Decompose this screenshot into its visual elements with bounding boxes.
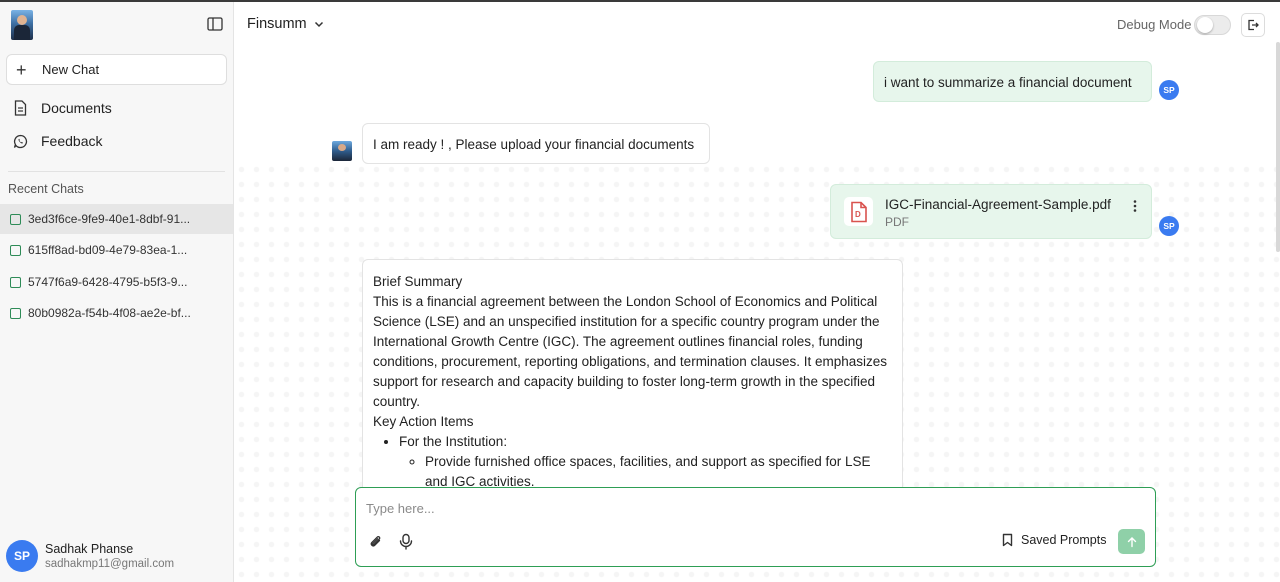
summary-paragraph: This is a financial agreement between th… (373, 294, 888, 409)
user-profile[interactable]: SP Sadhak Phanse sadhakmp11@gmail.com (6, 540, 174, 572)
chat-main: Finsumm Debug Mode i want to summarize a… (234, 2, 1280, 582)
chat-icon (10, 276, 21, 288)
recent-chat-label: 5747f6a9-6428-4795-b5f3-9... (28, 275, 188, 289)
saved-prompts-button[interactable]: Saved Prompts (1002, 533, 1106, 547)
file-type: PDF (885, 215, 909, 229)
avatar: SP (6, 540, 38, 572)
message-composer: Saved Prompts (355, 487, 1156, 567)
svg-text:D: D (855, 210, 861, 219)
file-attachment[interactable]: D IGC-Financial-Agreement-Sample.pdf PDF (830, 184, 1152, 239)
recent-chat-item[interactable]: 5747f6a9-6428-4795-b5f3-9... (0, 267, 233, 297)
sidebar-item-documents[interactable]: Documents (13, 97, 112, 119)
recent-chat-label: 80b0982a-f54b-4f08-ae2e-bf... (28, 306, 191, 320)
feedback-icon (13, 134, 28, 148)
user-email: sadhakmp11@gmail.com (45, 558, 175, 570)
action-items-heading: Key Action Items (373, 414, 474, 429)
new-chat-button[interactable]: + New Chat (6, 54, 227, 85)
action-group: For the Institution: Provide furnished o… (399, 432, 892, 492)
user-avatar: SP (1159, 80, 1179, 100)
microphone-icon[interactable] (398, 533, 414, 551)
model-selector[interactable]: Finsumm (247, 16, 324, 32)
user-avatar: SP (1159, 216, 1179, 236)
bot-avatar (332, 141, 352, 161)
send-button[interactable] (1118, 529, 1145, 554)
recent-chat-item[interactable]: 615ff8ad-bd09-4e79-83ea-1... (0, 235, 233, 265)
recent-chats-heading: Recent Chats (8, 182, 84, 196)
message-input[interactable] (366, 498, 1136, 518)
sidebar-toggle-icon[interactable] (207, 17, 223, 31)
sidebar-item-feedback[interactable]: Feedback (13, 130, 102, 152)
summary-message: Brief Summary This is a financial agreem… (362, 259, 903, 499)
chat-icon (10, 213, 21, 225)
recent-chat-item[interactable]: 3ed3f6ce-9fe9-40e1-8dbf-91... (0, 204, 233, 234)
model-name: Finsumm (247, 16, 307, 32)
new-chat-label: New Chat (42, 62, 100, 77)
user-name: Sadhak Phanse (45, 542, 134, 556)
app-logo (11, 10, 33, 40)
recent-chat-label: 3ed3f6ce-9fe9-40e1-8dbf-91... (28, 212, 191, 226)
chevron-down-icon (314, 21, 323, 27)
chat-icon (10, 244, 21, 256)
paperclip-icon[interactable] (368, 534, 384, 550)
pdf-file-icon: D (844, 197, 873, 226)
message-text: I am ready ! , Please upload your financ… (373, 137, 695, 152)
sidebar: + New Chat Documents Feedback Recent Cha… (0, 2, 234, 582)
action-item: Provide furnished office spaces, facilit… (425, 452, 892, 492)
saved-prompts-label: Saved Prompts (1021, 533, 1107, 547)
debug-mode-label: Debug Mode (1117, 17, 1192, 32)
sidebar-item-label: Feedback (41, 133, 103, 149)
debug-mode-toggle[interactable] (1194, 15, 1231, 35)
logout-button[interactable] (1241, 13, 1265, 37)
bot-message: I am ready ! , Please upload your financ… (362, 123, 710, 164)
recent-chat-label: 615ff8ad-bd09-4e79-83ea-1... (28, 243, 188, 257)
document-icon (14, 100, 27, 116)
sidebar-item-label: Documents (41, 100, 112, 116)
more-options-icon[interactable] (1131, 199, 1139, 213)
action-list: For the Institution: Provide furnished o… (373, 432, 892, 492)
logout-icon (1248, 19, 1259, 31)
recent-chat-item[interactable]: 80b0982a-f54b-4f08-ae2e-bf... (0, 298, 233, 328)
message-text: i want to summarize a financial document (884, 75, 1132, 90)
divider (8, 171, 225, 172)
action-group-suffix: : (503, 434, 508, 449)
summary-heading: Brief Summary (373, 274, 463, 289)
action-group-title: For the Institution (399, 434, 504, 449)
bookmark-icon (1002, 533, 1013, 547)
user-message: i want to summarize a financial document (873, 61, 1152, 102)
arrow-up-icon (1127, 536, 1136, 547)
toggle-knob (1197, 17, 1213, 33)
plus-icon: + (16, 59, 27, 80)
file-name: IGC-Financial-Agreement-Sample.pdf (885, 197, 1111, 212)
chat-icon (10, 307, 21, 319)
scrollbar[interactable] (1276, 42, 1280, 252)
